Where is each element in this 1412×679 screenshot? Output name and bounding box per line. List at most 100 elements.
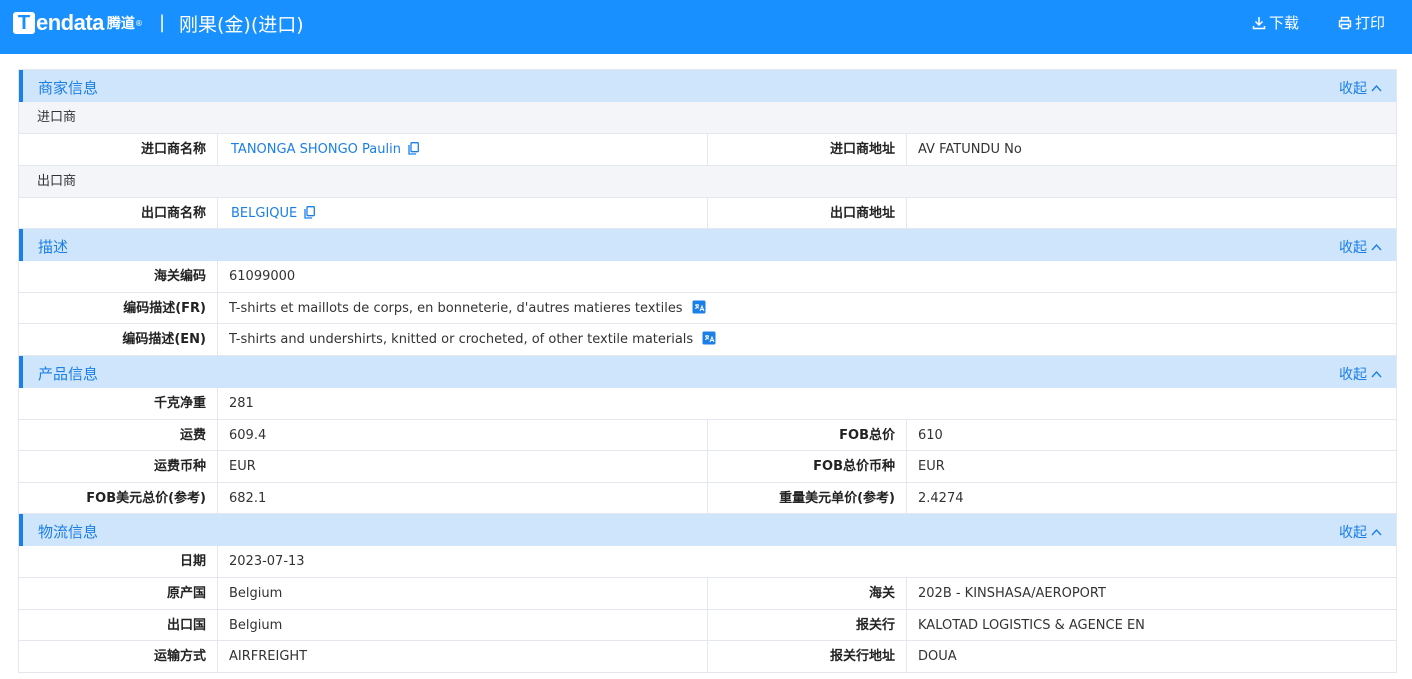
table-row: 运输方式 AIRFREIGHT 报关行地址 DOUA <box>19 641 1396 673</box>
chevron-up-icon <box>1371 370 1382 378</box>
importer-subhead: 进口商 <box>19 102 1396 134</box>
section-product-header: 产品信息 收起 <box>19 355 1396 388</box>
desc-fr-text: T-shirts et maillots de corps, en bonnet… <box>229 300 683 316</box>
chevron-up-icon <box>1371 529 1382 536</box>
collapse-button[interactable]: 收起 <box>1339 522 1382 542</box>
field-label: 进口商名称 <box>19 134 218 165</box>
translate-icon[interactable] <box>692 300 706 314</box>
table-row: 千克净重 281 <box>19 387 1396 420</box>
field-label: 进口商地址 <box>708 134 907 165</box>
field-label: FOB美元总价(参考) <box>19 482 218 514</box>
download-label: 下载 <box>1269 14 1300 32</box>
field-value: Belgium <box>218 577 708 609</box>
field-value: 2023-07-13 <box>229 554 305 570</box>
desc-en-text: T-shirts and undershirts, knitted or cro… <box>229 332 694 348</box>
table-row: 进口商名称 TANONGA SHONGO Paulin 进口商地址 AV FAT… <box>19 134 1396 166</box>
chevron-up-icon <box>1371 84 1382 92</box>
collapse-button[interactable]: 收起 <box>1339 237 1382 257</box>
chevron-up-icon <box>1371 244 1382 251</box>
field-label: 重量美元单价(参考) <box>708 482 907 514</box>
field-label: 运费币种 <box>19 451 218 482</box>
field-label: FOB总价币种 <box>708 451 907 482</box>
print-button[interactable]: 打印 <box>1338 12 1385 33</box>
field-value: 682.1 <box>218 482 708 514</box>
field-value-with-translate: T-shirts et maillots de corps, en bonnet… <box>218 293 1396 324</box>
logo-cn: 腾道 <box>106 16 135 32</box>
section-description-header: 描述 收起 <box>19 229 1396 262</box>
field-label: 日期 <box>19 546 218 577</box>
table-row: 运费 609.4 FOB总价 610 <box>19 419 1396 452</box>
field-value: KALOTAD LOGISTICS & AGENCE EN <box>918 617 1145 633</box>
download-icon <box>1252 16 1266 29</box>
table-row: 编码描述(EN) T-shirts and undershirts, knitt… <box>19 324 1396 356</box>
translate-icon[interactable] <box>702 331 716 345</box>
table-row: 出口国 Belgium 报关行 KALOTAD LOGISTICS & AGEN… <box>19 609 1396 642</box>
collapse-button[interactable]: 收起 <box>1339 364 1382 384</box>
exporter-name[interactable]: BELGIQUE <box>231 206 297 221</box>
table-row: FOB美元总价(参考) 682.1 重量美元单价(参考) 2.4274 <box>19 482 1396 515</box>
header-separator: | <box>159 12 166 33</box>
collapse-button[interactable]: 收起 <box>1339 78 1382 98</box>
field-label: 千克净重 <box>19 387 218 419</box>
field-label: FOB总价 <box>708 419 907 451</box>
top-bar: Tendata 腾道 ® | 刚果(金)(进口) 下载 打印 <box>0 0 1412 54</box>
field-value: AIRFREIGHT <box>218 641 708 672</box>
field-value: 609.4 <box>218 419 708 451</box>
collapse-label: 收起 <box>1339 81 1367 97</box>
collapse-label: 收起 <box>1339 366 1367 383</box>
field-label: 海关 <box>708 577 907 609</box>
exporter-name-link[interactable]: BELGIQUE <box>218 197 708 229</box>
field-label: 运费 <box>19 419 218 451</box>
download-button[interactable]: 下载 <box>1252 12 1299 33</box>
section-title: 产品信息 <box>38 364 99 383</box>
field-label: 编码描述(FR) <box>19 292 218 324</box>
table-row: 海关编码 61099000 <box>19 261 1396 293</box>
field-label: 报关行 <box>708 609 907 641</box>
table-row: 运费币种 EUR FOB总价币种 EUR <box>19 451 1396 483</box>
table-row: 出口商名称 BELGIQUE 出口商地址 <box>19 197 1396 230</box>
field-label: 运输方式 <box>19 641 218 672</box>
table-row: 原产国 Belgium 海关 202B - KINSHASA/AEROPORT <box>19 577 1396 610</box>
page-title: 刚果(金)(进口) <box>179 14 304 36</box>
field-value: 202B - KINSHASA/AEROPORT <box>918 585 1106 601</box>
detail-panel: 商家信息 收起 进口商 进口商名称 TANONGA SHONGO Paulin … <box>18 69 1397 673</box>
table-row: 编码描述(FR) T-shirts et maillots de corps, … <box>19 292 1396 325</box>
print-icon <box>1338 16 1352 29</box>
field-value: 610 <box>918 427 943 443</box>
section-merchant-header: 商家信息 收起 <box>19 70 1396 102</box>
importer-name-link[interactable]: TANONGA SHONGO Paulin <box>218 134 708 165</box>
table-row: 日期 2023-07-13 <box>19 546 1396 578</box>
field-value: 2.4274 <box>918 490 964 506</box>
logo-text: endata <box>36 10 104 35</box>
field-value: DOUA <box>918 649 957 665</box>
print-label: 打印 <box>1355 14 1386 32</box>
field-value <box>907 198 1396 229</box>
field-label: 编码描述(EN) <box>19 324 218 355</box>
logo-mark: T <box>13 12 35 34</box>
section-title: 描述 <box>38 238 69 257</box>
section-logistics-header: 物流信息 收起 <box>19 514 1396 547</box>
field-label: 海关编码 <box>19 261 218 292</box>
logo-reg: ® <box>134 18 143 28</box>
field-value: EUR <box>918 459 945 475</box>
section-title: 物流信息 <box>38 523 99 542</box>
field-label: 原产国 <box>19 577 218 609</box>
field-value: AV FATUNDU No <box>918 142 1022 157</box>
field-label: 报关行地址 <box>708 641 907 672</box>
tendata-logo[interactable]: Tendata 腾道 ® <box>13 10 143 36</box>
field-label: 出口商名称 <box>19 197 218 229</box>
field-value: Belgium <box>218 609 708 641</box>
field-value-with-translate: T-shirts and undershirts, knitted or cro… <box>218 324 1396 355</box>
copy-icon[interactable] <box>304 205 316 219</box>
field-value: 61099000 <box>229 269 296 285</box>
copy-icon[interactable] <box>408 142 420 155</box>
field-value: 281 <box>229 395 254 411</box>
collapse-label: 收起 <box>1339 240 1367 257</box>
field-label: 出口商地址 <box>708 197 907 229</box>
collapse-label: 收起 <box>1339 525 1367 542</box>
field-label: 出口国 <box>19 609 218 641</box>
section-title: 商家信息 <box>38 79 99 97</box>
exporter-subhead: 出口商 <box>19 165 1396 198</box>
importer-name[interactable]: TANONGA SHONGO Paulin <box>231 142 401 157</box>
field-value: EUR <box>218 451 708 482</box>
